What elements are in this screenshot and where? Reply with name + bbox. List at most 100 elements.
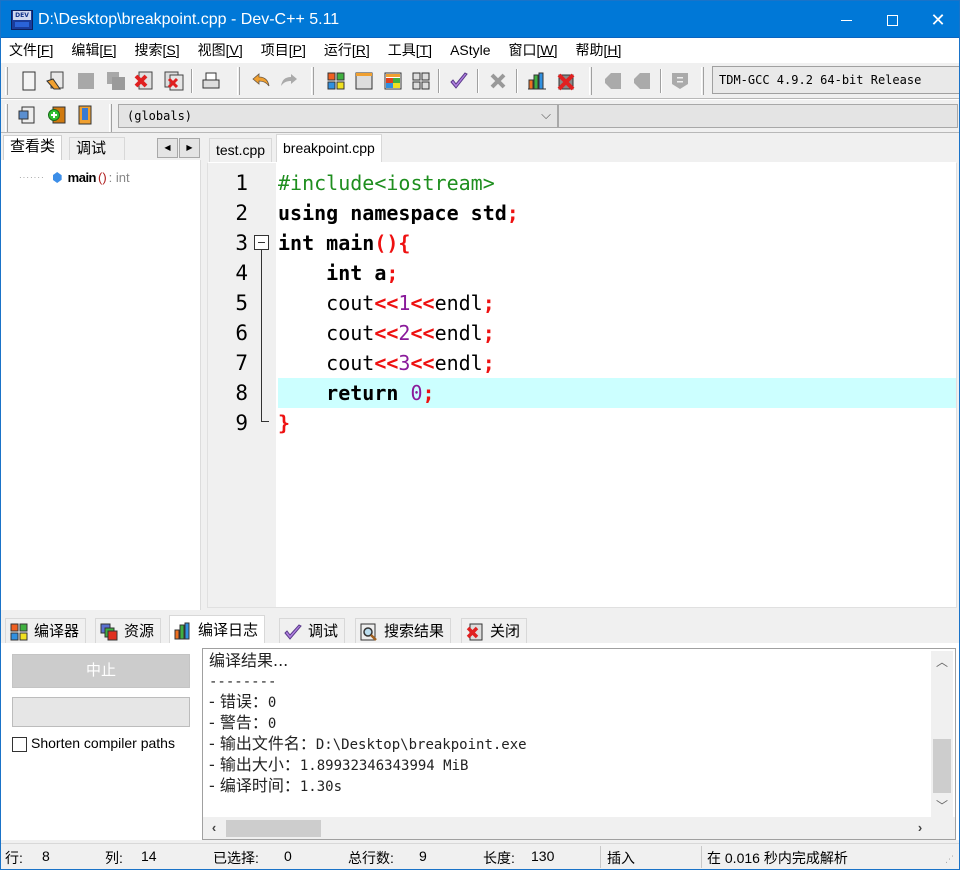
comment-icon[interactable] — [670, 71, 690, 91]
line-number[interactable]: 2 — [208, 198, 248, 228]
scroll-right-icon[interactable]: › — [909, 817, 931, 839]
resize-grip-icon[interactable]: ⋰ — [945, 854, 957, 866]
stop-execution-icon[interactable] — [488, 71, 508, 91]
toolbar-grip[interactable] — [589, 67, 592, 95]
close-file-icon[interactable] — [134, 71, 154, 91]
tab-breakpoint-cpp[interactable]: breakpoint.cpp — [276, 134, 382, 162]
code-editor[interactable]: 123456789 #include<iostream> using namesp… — [207, 162, 957, 608]
code-line[interactable]: return 0; — [278, 378, 956, 408]
menu-run[interactable]: 运行[R] — [324, 40, 370, 60]
arrow-left-icon: ◀ — [164, 143, 171, 152]
line-number[interactable]: 3 — [208, 228, 248, 258]
line-number[interactable]: 4 — [208, 258, 248, 288]
new-project-icon[interactable] — [17, 105, 37, 125]
tab-search-results[interactable]: 搜索结果 — [355, 618, 452, 644]
code-line[interactable]: using namespace std; — [278, 198, 956, 228]
menu-file[interactable]: 文件[F] — [9, 40, 53, 60]
code-line[interactable]: cout<<1<<endl; — [278, 288, 956, 318]
project-new-icon[interactable] — [326, 71, 346, 91]
tab-debug[interactable]: 调试 — [69, 137, 125, 161]
print-icon[interactable] — [201, 71, 221, 91]
line-number-gutter[interactable]: 123456789 — [208, 163, 276, 607]
minimize-button[interactable] — [823, 1, 869, 39]
code-token: ; — [482, 321, 495, 345]
menu-astyle[interactable]: AStyle — [450, 42, 490, 58]
chevron-down-icon[interactable]: ⌵ — [536, 104, 556, 128]
code-line[interactable]: #include<iostream> — [278, 168, 956, 198]
code-line[interactable]: int main(){ — [278, 228, 956, 258]
shorten-paths-checkbox[interactable] — [12, 737, 27, 752]
vertical-scroll-thumb[interactable] — [933, 739, 951, 793]
menu-window[interactable]: 窗口[W] — [509, 40, 558, 60]
horizontal-scroll-thumb[interactable] — [226, 820, 321, 837]
symbol-select[interactable] — [558, 104, 958, 128]
add-to-project-icon[interactable] — [47, 105, 67, 125]
line-number[interactable]: 1 — [208, 168, 248, 198]
scroll-left-icon[interactable]: ‹ — [203, 817, 225, 839]
log-line: -------- — [209, 672, 527, 692]
maximize-button[interactable] — [869, 1, 915, 39]
scope-select[interactable]: (globals) — [118, 104, 558, 128]
menu-view[interactable]: 视图[V] — [198, 40, 243, 60]
code-token: cout — [278, 291, 375, 315]
toolbar-grip[interactable] — [5, 67, 8, 95]
tab-resources[interactable]: 资源 — [95, 618, 162, 644]
code-line[interactable]: } — [278, 408, 956, 438]
horizontal-scrollbar[interactable]: ‹ › — [203, 817, 955, 839]
color-window-icon[interactable] — [383, 71, 403, 91]
window-icon[interactable] — [354, 71, 374, 91]
close-all-icon[interactable] — [164, 71, 184, 91]
tab-scroll-left-button[interactable]: ◀ — [157, 138, 178, 158]
tab-close-panel[interactable]: 关闭 — [461, 618, 528, 644]
log-line: - 输出大小：1.89932346343994 MiB — [209, 755, 527, 776]
tab-debug-output[interactable]: 调试 — [279, 618, 346, 644]
code-line[interactable]: cout<<2<<endl; — [278, 318, 956, 348]
close-button[interactable]: ✕ — [915, 1, 960, 39]
shorten-paths-label[interactable]: Shorten compiler paths — [31, 735, 175, 751]
profile-chart-icon[interactable] — [527, 71, 547, 91]
toolbar-grip[interactable] — [109, 104, 112, 132]
compile-check-icon[interactable] — [449, 71, 469, 91]
remove-from-project-icon[interactable] — [75, 105, 95, 125]
open-file-icon[interactable] — [46, 71, 66, 91]
line-number[interactable]: 8 — [208, 378, 248, 408]
menu-search[interactable]: 搜索[S] — [134, 40, 179, 60]
tree-item-main[interactable]: ······· main () : int — [19, 170, 130, 185]
goto-next-icon[interactable] — [632, 71, 652, 91]
menu-tools[interactable]: 工具[T] — [388, 40, 432, 60]
scroll-up-icon[interactable]: ︿ — [931, 651, 953, 673]
tab-compile-log[interactable]: 编译日志 — [169, 615, 266, 645]
line-number[interactable]: 5 — [208, 288, 248, 318]
toolbar-grip[interactable] — [237, 67, 240, 95]
tab-compiler[interactable]: 编译器 — [5, 618, 87, 644]
undo-icon[interactable] — [251, 71, 271, 91]
save-all-icon[interactable] — [106, 71, 126, 91]
tab-test-cpp[interactable]: test.cpp — [209, 138, 273, 162]
compiler-select[interactable]: TDM-GCC 4.9.2 64-bit Release — [712, 66, 960, 94]
grid-icon[interactable] — [411, 71, 431, 91]
tab-scroll-right-button[interactable]: ▶ — [179, 138, 200, 158]
goto-prev-icon[interactable] — [603, 71, 623, 91]
bottom-panel-tabs: 编译器 资源 编译日志 调试 搜索结果 关闭 — [1, 614, 959, 645]
line-number[interactable]: 7 — [208, 348, 248, 378]
compile-log-text[interactable]: 编译结果... -------- - 错误：0- 警告：0- 输出文件名：D:\De… — [202, 648, 956, 840]
line-number[interactable]: 6 — [208, 318, 248, 348]
line-number[interactable]: 9 — [208, 408, 248, 438]
code-line[interactable]: cout<<3<<endl; — [278, 348, 956, 378]
delete-profile-icon[interactable] — [556, 71, 576, 91]
save-icon[interactable] — [76, 71, 96, 91]
toolbar-grip[interactable] — [311, 67, 314, 95]
menu-help[interactable]: 帮助[H] — [576, 40, 622, 60]
scroll-down-icon[interactable]: ﹀ — [931, 795, 953, 817]
code-line[interactable]: int a; — [278, 258, 956, 288]
menu-project[interactable]: 项目[P] — [261, 40, 306, 60]
menu-edit[interactable]: 编辑[E] — [71, 40, 116, 60]
new-file-icon[interactable] — [19, 71, 39, 91]
toolbar-grip[interactable] — [5, 104, 8, 132]
vertical-scrollbar[interactable]: ︿ ﹀ — [931, 651, 953, 817]
fold-collapse-icon[interactable] — [254, 235, 269, 250]
toolbar-grip[interactable] — [701, 67, 704, 95]
tab-class-view[interactable]: 查看类 — [3, 135, 63, 161]
redo-icon[interactable] — [279, 71, 299, 91]
stop-button[interactable]: 中止 — [12, 654, 190, 688]
